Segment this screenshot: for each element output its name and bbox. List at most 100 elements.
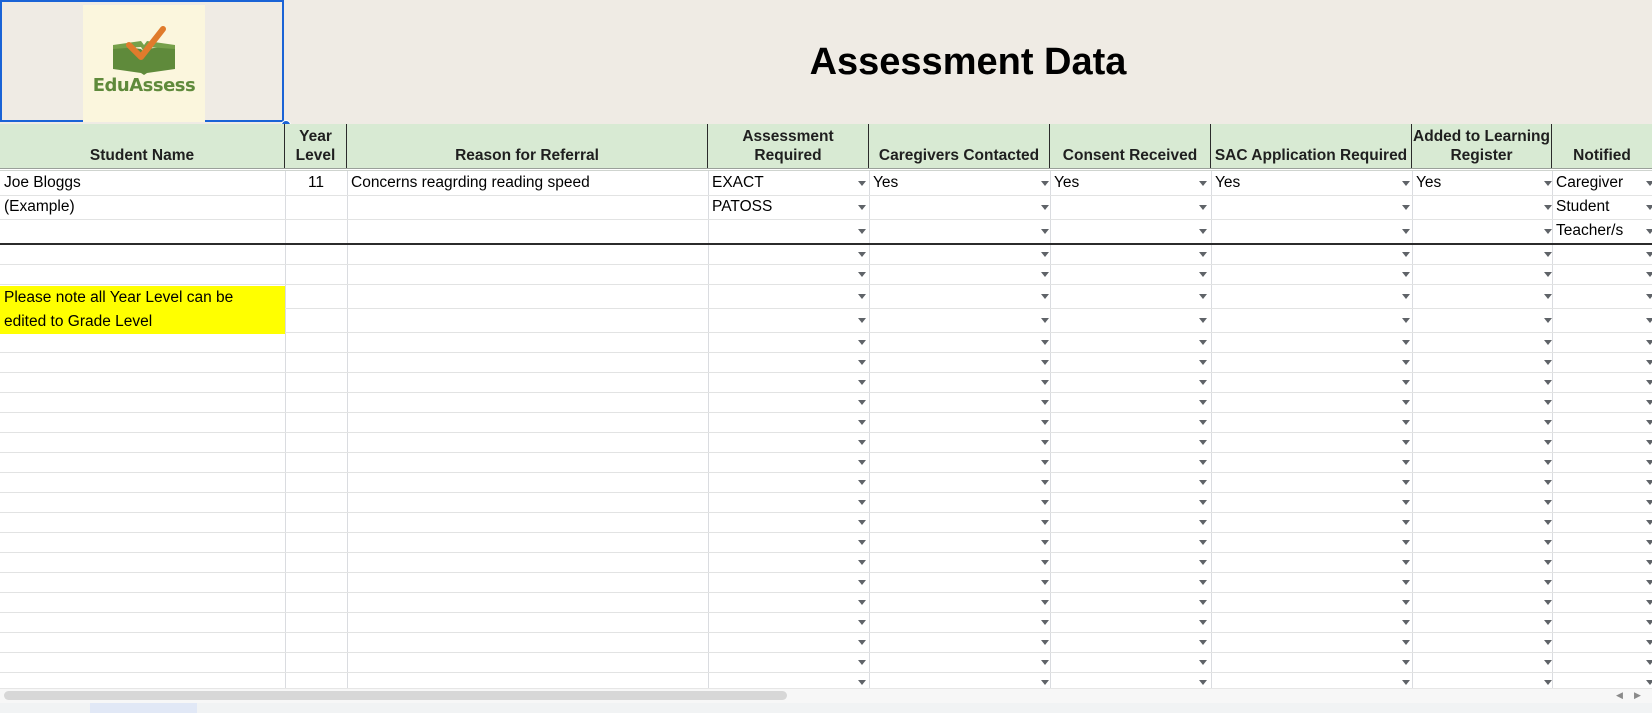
chevron-down-icon[interactable] [1646, 680, 1652, 685]
chevron-down-icon[interactable] [1544, 680, 1552, 685]
cell-notified-1[interactable]: Caregiver [1552, 171, 1644, 195]
chevron-down-icon[interactable] [1402, 580, 1410, 585]
chevron-down-icon[interactable] [858, 540, 866, 545]
chevron-down-icon[interactable] [1402, 294, 1410, 299]
chevron-down-icon[interactable] [1041, 680, 1049, 685]
chevron-down-icon[interactable] [1041, 272, 1049, 277]
chevron-down-icon[interactable] [858, 560, 866, 565]
sheet-tab-active[interactable] [90, 703, 197, 713]
chevron-down-icon[interactable] [1402, 318, 1410, 323]
chevron-down-icon[interactable] [1199, 252, 1207, 257]
chevron-down-icon[interactable] [1199, 480, 1207, 485]
chevron-down-icon[interactable] [1646, 540, 1652, 545]
chevron-down-icon[interactable] [1646, 520, 1652, 525]
chevron-down-icon[interactable] [1646, 294, 1652, 299]
chevron-down-icon[interactable] [1199, 600, 1207, 605]
chevron-down-icon[interactable] [858, 360, 866, 365]
chevron-down-icon[interactable] [1646, 660, 1652, 665]
chevron-down-icon[interactable] [858, 318, 866, 323]
cell-sac[interactable]: Yes [1211, 171, 1401, 195]
chevron-down-icon[interactable] [1646, 205, 1652, 210]
chevron-down-icon[interactable] [1402, 520, 1410, 525]
chevron-down-icon[interactable] [1199, 400, 1207, 405]
chevron-down-icon[interactable] [1041, 480, 1049, 485]
chevron-down-icon[interactable] [1199, 440, 1207, 445]
cell-learning-register[interactable]: Yes [1412, 171, 1542, 195]
chevron-down-icon[interactable] [1402, 252, 1410, 257]
chevron-down-icon[interactable] [1199, 460, 1207, 465]
chevron-down-icon[interactable] [1402, 229, 1410, 234]
chevron-down-icon[interactable] [1041, 640, 1049, 645]
chevron-down-icon[interactable] [1544, 272, 1552, 277]
cell-student-note[interactable]: (Example) [0, 195, 285, 219]
scrollbar-thumb[interactable] [4, 691, 787, 700]
chevron-down-icon[interactable] [858, 460, 866, 465]
chevron-down-icon[interactable] [1646, 500, 1652, 505]
cell-reason[interactable]: Concerns reagrding reading speed [347, 171, 708, 195]
scroll-left-icon[interactable]: ◀ [1616, 690, 1623, 701]
cell-consent[interactable]: Yes [1050, 171, 1200, 195]
chevron-down-icon[interactable] [858, 620, 866, 625]
chevron-down-icon[interactable] [1041, 600, 1049, 605]
chevron-down-icon[interactable] [1041, 540, 1049, 545]
chevron-down-icon[interactable] [1646, 400, 1652, 405]
chevron-down-icon[interactable] [1544, 181, 1552, 186]
chevron-down-icon[interactable] [1402, 360, 1410, 365]
chevron-down-icon[interactable] [1199, 181, 1207, 186]
chevron-down-icon[interactable] [858, 420, 866, 425]
chevron-down-icon[interactable] [1041, 340, 1049, 345]
chevron-down-icon[interactable] [858, 400, 866, 405]
chevron-down-icon[interactable] [1199, 660, 1207, 665]
chevron-down-icon[interactable] [1544, 340, 1552, 345]
chevron-down-icon[interactable] [1041, 252, 1049, 257]
chevron-down-icon[interactable] [1199, 680, 1207, 685]
chevron-down-icon[interactable] [1402, 420, 1410, 425]
chevron-down-icon[interactable] [1041, 440, 1049, 445]
chevron-down-icon[interactable] [1041, 620, 1049, 625]
scroll-right-icon[interactable]: ▶ [1634, 690, 1641, 701]
chevron-down-icon[interactable] [858, 600, 866, 605]
chevron-down-icon[interactable] [1402, 500, 1410, 505]
column-header-consent[interactable]: Consent Received [1050, 124, 1211, 168]
chevron-down-icon[interactable] [1402, 640, 1410, 645]
chevron-down-icon[interactable] [858, 205, 866, 210]
chevron-down-icon[interactable] [1402, 620, 1410, 625]
chevron-down-icon[interactable] [1646, 620, 1652, 625]
chevron-down-icon[interactable] [1646, 420, 1652, 425]
chevron-down-icon[interactable] [1402, 680, 1410, 685]
cell-year-level[interactable]: 11 [285, 171, 347, 195]
chevron-down-icon[interactable] [1544, 252, 1552, 257]
note-highlight[interactable]: Please note all Year Level can be edited… [0, 286, 285, 334]
column-header-reason[interactable]: Reason for Referral [347, 124, 708, 168]
chevron-down-icon[interactable] [1199, 294, 1207, 299]
chevron-down-icon[interactable] [1041, 460, 1049, 465]
chevron-down-icon[interactable] [1544, 620, 1552, 625]
chevron-down-icon[interactable] [1402, 560, 1410, 565]
chevron-down-icon[interactable] [1544, 600, 1552, 605]
chevron-down-icon[interactable] [1544, 360, 1552, 365]
chevron-down-icon[interactable] [1646, 340, 1652, 345]
chevron-down-icon[interactable] [1199, 640, 1207, 645]
chevron-down-icon[interactable] [1041, 229, 1049, 234]
chevron-down-icon[interactable] [1402, 460, 1410, 465]
chevron-down-icon[interactable] [1199, 420, 1207, 425]
chevron-down-icon[interactable] [858, 680, 866, 685]
column-header-sac[interactable]: SAC Application Required [1211, 124, 1412, 168]
logo-cell[interactable]: EduAssess [0, 0, 284, 122]
column-header-notified[interactable]: Notified [1552, 124, 1652, 168]
chevron-down-icon[interactable] [1646, 600, 1652, 605]
chevron-down-icon[interactable] [1199, 580, 1207, 585]
chevron-down-icon[interactable] [1199, 500, 1207, 505]
chevron-down-icon[interactable] [1646, 640, 1652, 645]
chevron-down-icon[interactable] [858, 440, 866, 445]
chevron-down-icon[interactable] [1041, 294, 1049, 299]
chevron-down-icon[interactable] [1041, 660, 1049, 665]
cell-assessment-2[interactable]: PATOSS [708, 195, 858, 219]
chevron-down-icon[interactable] [1544, 318, 1552, 323]
chevron-down-icon[interactable] [1544, 520, 1552, 525]
column-header-learning-register[interactable]: Added to Learning Register [1412, 124, 1552, 168]
chevron-down-icon[interactable] [1544, 400, 1552, 405]
chevron-down-icon[interactable] [858, 272, 866, 277]
chevron-down-icon[interactable] [1041, 380, 1049, 385]
chevron-down-icon[interactable] [1646, 252, 1652, 257]
